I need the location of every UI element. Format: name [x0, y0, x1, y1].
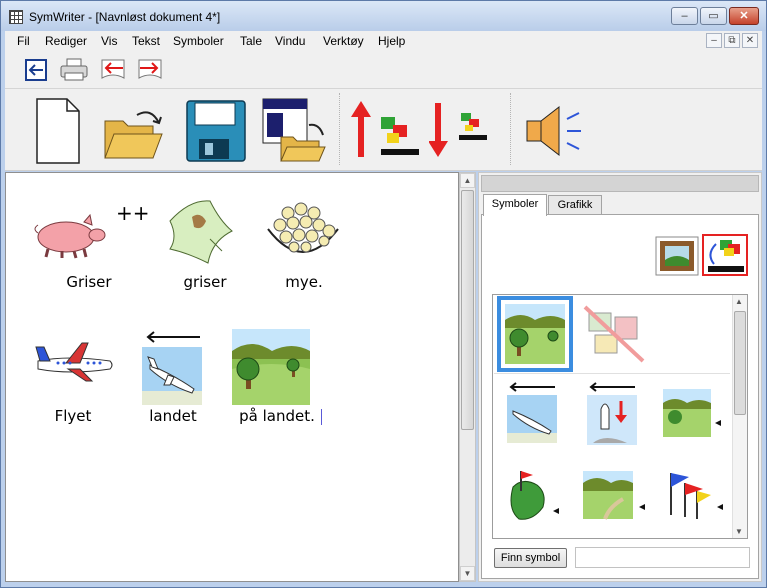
- menu-vindu[interactable]: Vindu: [275, 34, 305, 48]
- exit-icon[interactable]: [23, 57, 49, 83]
- open-folder-icon[interactable]: [103, 109, 169, 161]
- menu-vis[interactable]: Vis: [101, 34, 117, 48]
- minimize-button[interactable]: –: [671, 7, 698, 25]
- app-window: SymWriter - [Navnløst dokument 4*] – ▭ ✕…: [0, 0, 767, 588]
- messy-cloth-symbol: [169, 200, 233, 264]
- path-landscape-list-icon[interactable]: [583, 471, 647, 521]
- list-scrollbar-thumb[interactable]: [734, 311, 746, 415]
- symbol-up-icon[interactable]: [351, 99, 421, 161]
- list-scroll-down-icon[interactable]: ▼: [735, 527, 743, 536]
- undo-icon[interactable]: [98, 56, 128, 84]
- speaker-icon[interactable]: [521, 103, 587, 159]
- symbol-list[interactable]: ▲ ▼: [492, 294, 748, 539]
- new-document-icon[interactable]: [33, 97, 83, 165]
- word-griser-1[interactable]: Griser: [46, 273, 132, 291]
- find-symbol-button[interactable]: Finn symbol: [494, 548, 567, 568]
- toolbar-separator: [510, 93, 512, 165]
- save-disk-icon[interactable]: [185, 99, 247, 163]
- symbol-list-scrollbar[interactable]: ▲ ▼: [732, 295, 747, 538]
- menu-symboler[interactable]: Symboler: [173, 34, 224, 48]
- open-template-icon[interactable]: [261, 97, 329, 165]
- pig-symbol: [34, 213, 106, 259]
- word-pa-landet[interactable]: på landet.: [232, 407, 322, 425]
- word-flyet[interactable]: Flyet: [30, 407, 116, 425]
- large-toolbar: [5, 89, 762, 171]
- countryside-symbol: [232, 329, 310, 405]
- rocket-landing-list-icon[interactable]: [587, 381, 639, 447]
- maximize-button[interactable]: ▭: [700, 7, 727, 25]
- title-bar[interactable]: SymWriter - [Navnløst dokument 4*] – ▭ ✕: [1, 1, 766, 31]
- countryside-selected-icon[interactable]: [497, 296, 573, 372]
- mdi-minimize-button[interactable]: –: [706, 33, 722, 48]
- print-icon[interactable]: [58, 57, 90, 83]
- land-flag-list-icon[interactable]: [503, 467, 561, 525]
- app-grid-icon: [9, 10, 23, 24]
- countryside-more-icon[interactable]: [663, 389, 725, 441]
- menu-tekst[interactable]: Tekst: [132, 34, 160, 48]
- flags-list-icon[interactable]: [663, 467, 727, 523]
- picture-frame-icon[interactable]: [655, 234, 699, 276]
- word-landet[interactable]: landet: [130, 407, 216, 425]
- airplane-symbol: [35, 342, 113, 382]
- close-button[interactable]: ✕: [729, 7, 759, 25]
- word-griser-2[interactable]: griser: [162, 273, 248, 291]
- menu-bar: Fil Rediger Vis Tekst Symboler Tale Vind…: [5, 31, 762, 51]
- small-toolbar: [5, 51, 762, 89]
- no-picture-icon[interactable]: [581, 303, 647, 365]
- find-symbol-input[interactable]: [575, 547, 750, 568]
- panel-header: [481, 175, 759, 192]
- scroll-down-icon[interactable]: ▼: [460, 566, 475, 581]
- scrollbar-thumb[interactable]: [461, 190, 474, 430]
- scroll-up-icon[interactable]: ▲: [460, 173, 475, 188]
- tab-grafikk[interactable]: Grafikk: [548, 195, 602, 216]
- plane-landing-symbol: [142, 331, 202, 405]
- window-title: SymWriter - [Navnløst dokument 4*]: [29, 10, 221, 24]
- list-scroll-up-icon[interactable]: ▲: [735, 297, 743, 306]
- plane-landing-list-icon[interactable]: [507, 381, 561, 445]
- document-scrollbar[interactable]: ▲ ▼: [459, 172, 476, 582]
- toolbar-separator: [339, 93, 341, 165]
- tab-symboler[interactable]: Symboler: [483, 194, 547, 216]
- plural-marker-icon: ++: [116, 201, 150, 225]
- menu-fil[interactable]: Fil: [17, 34, 30, 48]
- menu-verktoy[interactable]: Verktøy: [323, 34, 364, 48]
- redo-icon[interactable]: [135, 56, 165, 84]
- menu-hjelp[interactable]: Hjelp: [378, 34, 405, 48]
- document-area[interactable]: ++ Griser griser mye. Flyet landet på la…: [5, 172, 459, 582]
- mdi-restore-button[interactable]: ⧉: [724, 33, 740, 48]
- text-cursor: [321, 409, 322, 425]
- menu-tale[interactable]: Tale: [240, 34, 262, 48]
- symbol-panel: Symboler Grafikk ▲ ▼ Finn symbol: [478, 172, 762, 582]
- many-balls-symbol: [267, 202, 339, 253]
- symbol-down-icon[interactable]: [429, 99, 491, 161]
- word-mye[interactable]: mye.: [261, 273, 347, 291]
- list-divider: [494, 373, 730, 374]
- symbols-tab-page: ▲ ▼ Finn symbol: [481, 214, 759, 579]
- mdi-close-button[interactable]: ✕: [742, 33, 758, 48]
- change-symbol-icon[interactable]: [702, 234, 748, 276]
- menu-rediger[interactable]: Rediger: [45, 34, 87, 48]
